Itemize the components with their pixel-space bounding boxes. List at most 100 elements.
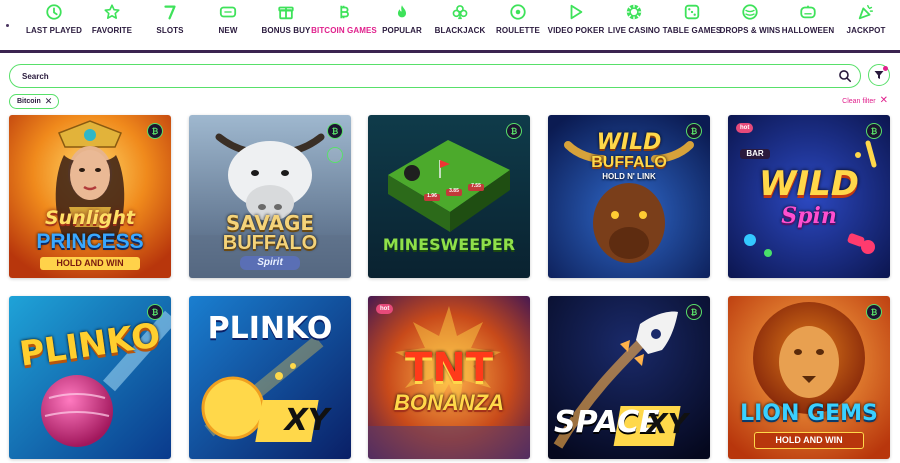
bitcoin-badge-icon: ₿ [686, 304, 702, 320]
nav-item-jackpot[interactable]: JACKPOT [833, 3, 899, 35]
nav-label: SLOTS [156, 26, 184, 35]
game-tagline: Spirit [240, 256, 300, 270]
search-icon[interactable] [838, 69, 852, 83]
bitcoin-badge-icon: ₿ [506, 123, 522, 139]
nav-item-video-poker[interactable]: VIDEO POKER [543, 3, 609, 35]
close-icon: ✕ [879, 95, 888, 106]
nav-item-new[interactable]: NEW [195, 3, 261, 35]
nav-label: DROPS & WINS [719, 26, 781, 35]
game-title: MINESWEEPER [382, 235, 516, 254]
nav-label: POPULAR [382, 26, 422, 35]
nav-item-bonus-buy[interactable]: BONUS BUY [253, 3, 319, 35]
roulette-icon [510, 4, 526, 20]
nav-label: BLACKJACK [434, 26, 486, 35]
nav-label: LIVE CASINO [607, 26, 661, 35]
game-tagline: HOLD N' LINK [602, 172, 656, 181]
bitcoin-icon [340, 5, 349, 19]
game-tile-minesweeper[interactable]: 1.96 3.85 7.55 MINESWEEPER ₿ [368, 115, 530, 278]
game-tile-plinko[interactable]: PLINKO ₿ [9, 296, 171, 459]
pumpkin-icon [800, 5, 816, 19]
game-title: Sunlight [45, 207, 135, 229]
game-tile-savage-buffalo[interactable]: SAVAGE BUFFALO Spirit ₿ [189, 115, 351, 278]
play-icon [570, 4, 583, 20]
game-tagline: BAR [740, 149, 770, 159]
clean-filter-button[interactable]: Clean filter ✕ [842, 96, 888, 106]
multiplier-label: 1.96 [427, 193, 437, 199]
game-tile-lion-gems[interactable]: LION GEMS HOLD AND WIN ₿ [728, 296, 890, 459]
seven-icon [164, 5, 176, 20]
game-subtitle: BONANZA [394, 390, 504, 415]
filter-chip-bitcoin[interactable]: Bitcoin ✕ [9, 94, 60, 109]
nav-item-table-games[interactable]: TABLE GAMES [659, 3, 725, 35]
dice-icon [684, 4, 700, 20]
party-icon [858, 4, 874, 20]
clock-icon [46, 4, 62, 20]
category-nav: LAST PLAYED FAVORITE SLOTS NEW BONUS BUY… [0, 0, 900, 53]
gift-icon [278, 6, 294, 20]
game-subtitle: BUFFALO [591, 154, 667, 171]
game-subtitle: PRINCESS [36, 230, 144, 253]
game-tile-plinko-xy[interactable]: PLINKO XY [189, 296, 351, 459]
bitcoin-badge-icon: ₿ [686, 123, 702, 139]
nav-label: HALLOWEEN [781, 26, 835, 35]
nav-item-roulette[interactable]: ROULETTE [485, 3, 551, 35]
nav-item-slots[interactable]: SLOTS [137, 3, 203, 35]
nav-label: LAST PLAYED [26, 26, 82, 35]
game-title: TNT [404, 345, 494, 391]
game-subtitle: XY [284, 403, 330, 438]
search-bar [9, 64, 861, 88]
hot-badge: hot [736, 123, 754, 133]
nav-item-live-casino[interactable]: LIVE CASINO [601, 3, 667, 35]
nav-label: VIDEO POKER [547, 26, 605, 35]
nav-label: TABLE GAMES [662, 26, 722, 35]
nav-item-popular[interactable]: POPULAR [369, 3, 435, 35]
game-title: WILD [596, 130, 662, 155]
filter-active-dot [883, 66, 888, 71]
nav-label: BITCOIN GAMES [311, 26, 377, 35]
game-title: SAVAGE [225, 211, 315, 235]
club-icon [452, 5, 468, 20]
nav-item-last-played[interactable]: LAST PLAYED [21, 3, 87, 35]
filter-button[interactable] [868, 64, 890, 86]
game-title: SPACE [554, 405, 660, 440]
game-tile-wild-buffalo[interactable]: WILD BUFFALO HOLD N' LINK ₿ [548, 115, 710, 278]
chip-icon [626, 4, 642, 20]
drops-icon [742, 4, 758, 20]
game-subtitle: HOLD AND WIN [754, 432, 864, 449]
new-tag-icon [219, 6, 237, 18]
bitcoin-badge-icon: ₿ [147, 123, 163, 139]
nav-label: ROULETTE [496, 26, 540, 35]
nav-divider [0, 50, 900, 53]
nav-label: NEW [218, 26, 238, 35]
multiplier-label: 7.55 [471, 183, 481, 189]
nav-item-drops-wins[interactable]: DROPS & WINS [717, 3, 783, 35]
game-title: WILD [758, 164, 860, 204]
bitcoin-badge-icon: ₿ [866, 123, 882, 139]
nav-item-blackjack[interactable]: BLACKJACK [427, 3, 493, 35]
nav-item-halloween[interactable]: HALLOWEEN [775, 3, 841, 35]
nav-item-favorite[interactable]: FAVORITE [79, 3, 145, 35]
nav-scroll-left-indicator[interactable] [6, 24, 9, 27]
filter-chip-label: Bitcoin [17, 98, 41, 105]
game-tile-tnt-bonanza[interactable]: TNT BONANZA hot [368, 296, 530, 459]
game-tile-space-xy[interactable]: SPACE XY ₿ [548, 296, 710, 459]
bitcoin-badge-icon: ₿ [866, 304, 882, 320]
game-title: PLINKO [207, 311, 333, 346]
hot-badge: hot [376, 304, 394, 314]
game-artwork [9, 115, 171, 278]
game-tagline: HOLD AND WIN [40, 257, 140, 270]
nav-item-bitcoin-games[interactable]: BITCOIN GAMES [311, 3, 377, 35]
game-subtitle: XY [646, 407, 688, 440]
game-tile-wild-spin[interactable]: BAR WILD Spin hot ₿ [728, 115, 890, 278]
bitcoin-badge-icon: ₿ [147, 304, 163, 320]
nav-label: JACKPOT [846, 26, 886, 35]
flame-icon [397, 5, 407, 18]
search-input[interactable] [22, 68, 802, 84]
game-tile-sunlight-princess[interactable]: Sunlight PRINCESS HOLD AND WIN ₿ [9, 115, 171, 278]
nav-label: BONUS BUY [261, 26, 311, 35]
star-icon [104, 4, 120, 19]
favorite-toggle[interactable] [327, 147, 343, 163]
game-subtitle: Spin [781, 203, 837, 229]
game-title: LION GEMS [740, 401, 878, 426]
close-icon[interactable]: ✕ [45, 97, 53, 106]
